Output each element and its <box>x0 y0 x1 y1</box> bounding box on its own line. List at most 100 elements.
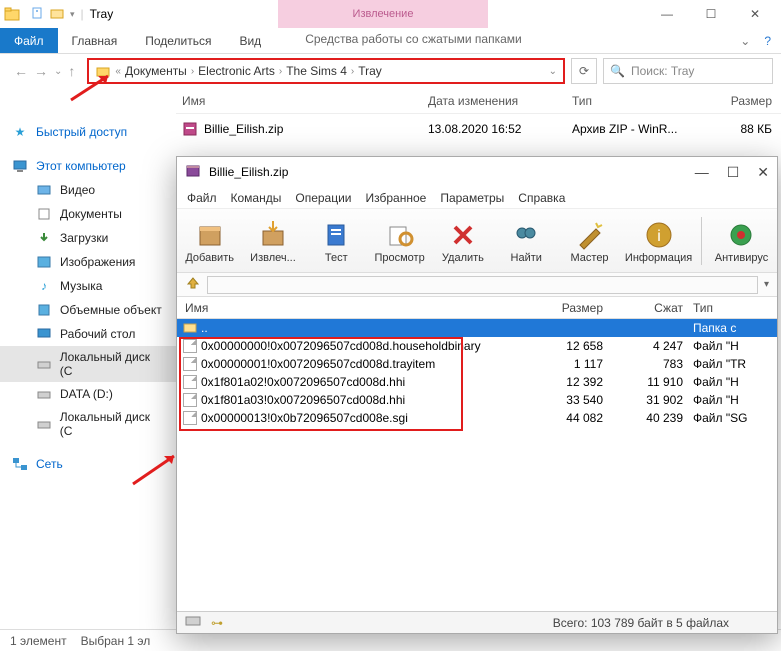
winrar-file-row[interactable]: 0x1f801a03!0x0072096507cd008d.hhi33 5403… <box>177 391 777 409</box>
col-name[interactable]: Имя <box>176 94 428 108</box>
nav-back-icon[interactable]: ← <box>14 63 28 79</box>
sidebar-item[interactable]: Рабочий стол <box>0 322 176 346</box>
delete-icon <box>446 218 480 252</box>
file-icon <box>183 393 197 407</box>
cube-icon <box>36 302 52 318</box>
extract-icon <box>256 218 290 252</box>
crumb[interactable]: Tray <box>354 64 386 78</box>
ribbon-tabs: Файл Главная Поделиться Вид Средства раб… <box>0 28 781 54</box>
menu-favorites[interactable]: Избранное <box>366 191 427 205</box>
winrar-window: Billie_Eilish.zip — ☐ ✕ Файл Команды Опе… <box>176 156 778 634</box>
help-icon[interactable]: ? <box>764 34 771 48</box>
wr-file-name: 0x00000000!0x0072096507cd008d.householdb… <box>201 339 481 353</box>
qat-dropdown-icon[interactable]: ▾ <box>70 9 75 20</box>
folder-icon <box>4 6 20 22</box>
nav-forward-icon[interactable]: → <box>34 63 48 79</box>
tool-extract[interactable]: Извлеч... <box>242 218 303 264</box>
sidebar-item[interactable]: Видео <box>0 178 176 202</box>
menu-file[interactable]: Файл <box>187 191 217 205</box>
sidebar-item[interactable]: Загрузки <box>0 226 176 250</box>
file-name: Billie_Eilish.zip <box>204 122 283 136</box>
wr-col-packed[interactable]: Сжат <box>603 301 683 315</box>
sidebar-item[interactable]: Документы <box>0 202 176 226</box>
nav-history-icon[interactable]: ⌄ <box>54 66 62 77</box>
wr-maximize[interactable]: ☐ <box>727 164 740 181</box>
drive-icon <box>36 416 52 432</box>
video-icon <box>36 182 52 198</box>
file-row[interactable]: Billie_Eilish.zip 13.08.2020 16:52 Архив… <box>176 118 781 140</box>
crumb[interactable]: The Sims 4 <box>282 64 351 78</box>
wr-col-name[interactable]: Имя <box>181 301 533 315</box>
tab-context[interactable]: Средства работы со сжатыми папками <box>285 28 542 53</box>
tool-wizard[interactable]: Мастер <box>559 218 620 264</box>
tab-view[interactable]: Вид <box>225 28 275 53</box>
wr-file-type: Файл "H <box>683 375 763 389</box>
refresh-button[interactable]: ⟳ <box>571 58 597 84</box>
music-icon: ♪ <box>36 278 52 294</box>
minimize-button[interactable]: — <box>645 0 689 28</box>
tool-antivirus[interactable]: Антивирус <box>708 218 775 264</box>
search-placeholder: Поиск: Tray <box>631 64 694 78</box>
sidebar-item[interactable]: Локальный диск (С <box>0 406 176 442</box>
qat-newfolder-icon[interactable] <box>50 6 64 23</box>
maximize-button[interactable]: ☐ <box>689 0 733 28</box>
wr-file-packed: 783 <box>603 357 683 371</box>
menu-commands[interactable]: Команды <box>231 191 282 205</box>
tool-find[interactable]: Найти <box>496 218 557 264</box>
desktop-icon <box>36 326 52 342</box>
tool-delete[interactable]: Удалить <box>432 218 493 264</box>
tab-share[interactable]: Поделиться <box>131 28 225 53</box>
tool-info[interactable]: iИнформация <box>622 218 695 264</box>
wr-file-type: Файл "H <box>683 339 763 353</box>
menu-help[interactable]: Справка <box>518 191 565 205</box>
path-dropdown[interactable]: ▾ <box>764 279 769 290</box>
wr-close[interactable]: ✕ <box>757 164 769 181</box>
downloads-icon <box>36 230 52 246</box>
close-button[interactable]: ✕ <box>733 0 777 28</box>
wr-file-size: 12 392 <box>533 375 603 389</box>
add-icon <box>193 218 227 252</box>
info-icon: i <box>642 218 676 252</box>
menu-operations[interactable]: Операции <box>295 191 351 205</box>
winrar-parent-row[interactable]: .. Папка с <box>177 319 777 337</box>
tab-file[interactable]: Файл <box>0 28 58 53</box>
path-input[interactable] <box>207 276 758 294</box>
col-type[interactable]: Тип <box>572 94 692 108</box>
menu-options[interactable]: Параметры <box>440 191 504 205</box>
tool-add[interactable]: Добавить <box>179 218 240 264</box>
col-date[interactable]: Дата изменения <box>428 94 572 108</box>
tool-test[interactable]: Тест <box>306 218 367 264</box>
wr-col-size[interactable]: Размер <box>533 301 603 315</box>
key-icon: ⊶ <box>211 616 223 630</box>
sidebar-this-pc[interactable]: Этот компьютер <box>0 154 176 178</box>
breadcrumb-box[interactable]: « Документы › Electronic Arts › The Sims… <box>87 58 565 84</box>
winrar-status-total: Всего: 103 789 байт в 5 файлах <box>553 616 729 630</box>
sidebar-item[interactable]: Изображения <box>0 250 176 274</box>
winrar-file-row[interactable]: 0x00000000!0x0072096507cd008d.householdb… <box>177 337 777 355</box>
wr-minimize[interactable]: — <box>695 164 709 181</box>
sidebar-item[interactable]: DATA (D:) <box>0 382 176 406</box>
qat-properties-icon[interactable] <box>30 6 44 23</box>
sidebar-quick-access[interactable]: ★ Быстрый доступ <box>0 120 176 144</box>
wr-file-packed: 40 239 <box>603 411 683 425</box>
winrar-file-row[interactable]: 0x00000001!0x0072096507cd008d.trayitem 1 … <box>177 355 777 373</box>
up-icon[interactable] <box>185 275 201 294</box>
col-size[interactable]: Размер <box>692 94 772 108</box>
tab-home[interactable]: Главная <box>58 28 132 53</box>
sidebar-item[interactable]: Объемные объект <box>0 298 176 322</box>
wr-file-name: 0x1f801a03!0x0072096507cd008d.hhi <box>201 393 405 407</box>
wr-col-type[interactable]: Тип <box>683 301 763 315</box>
ribbon-expand-icon[interactable]: ⌄ <box>740 34 750 48</box>
sidebar-item[interactable]: ♪Музыка <box>0 274 176 298</box>
winrar-toolbar: Добавить Извлеч... Тест Просмотр Удалить… <box>177 209 777 273</box>
winrar-file-row[interactable]: 0x1f801a02!0x0072096507cd008d.hhi12 3921… <box>177 373 777 391</box>
crumb[interactable]: Документы <box>121 64 191 78</box>
sidebar-item[interactable]: Локальный диск (С <box>0 346 176 382</box>
breadcrumb-dropdown[interactable]: ⌄ <box>549 66 557 77</box>
wr-file-name: 0x00000001!0x0072096507cd008d.trayitem <box>201 357 435 371</box>
wr-file-size: 1 117 <box>533 357 603 371</box>
crumb[interactable]: Electronic Arts <box>194 64 279 78</box>
winrar-file-row[interactable]: 0x00000013!0x0b72096507cd008e.sgi44 0824… <box>177 409 777 427</box>
search-input[interactable]: 🔍 Поиск: Tray <box>603 58 773 84</box>
tool-view[interactable]: Просмотр <box>369 218 430 264</box>
